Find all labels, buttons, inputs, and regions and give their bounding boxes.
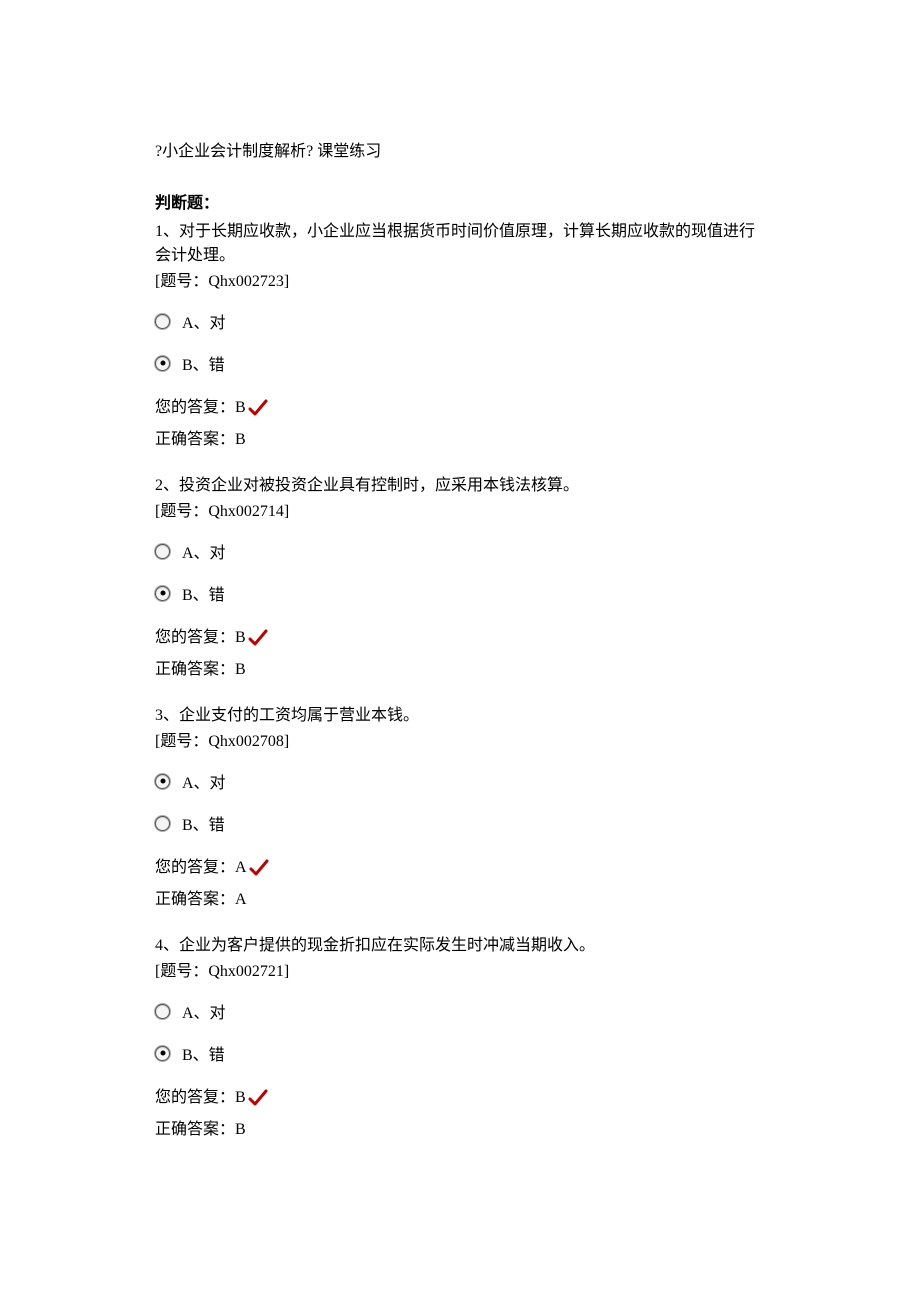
correct-answer-line: 正确答案：B xyxy=(155,658,765,682)
option-label: B、错 xyxy=(182,348,225,378)
radio-input[interactable] xyxy=(155,774,170,789)
question: 3、企业支付的工资均属于营业本钱。[题号：Qhx002708] A、对 B、错您的答… xyxy=(155,704,765,912)
question: 1、对于长期应收款，小企业应当根据货币时间价值原理，计算长期应收款的现值进行会计… xyxy=(155,220,765,452)
radio-input[interactable] xyxy=(155,816,170,831)
option-row: A、对 xyxy=(155,996,765,1026)
your-answer-line: 您的答复：A xyxy=(155,856,765,880)
radio-input[interactable] xyxy=(155,1046,170,1061)
question-id: [题号：Qhx002714] xyxy=(155,500,765,524)
option-label: B、错 xyxy=(182,808,225,838)
option-label: A、对 xyxy=(182,306,226,336)
radio-input[interactable] xyxy=(155,1004,170,1019)
your-answer-text: 您的答复：A xyxy=(155,856,247,880)
option-row: B、错 xyxy=(155,578,765,608)
option-row: B、错 xyxy=(155,1038,765,1068)
correct-answer-line: 正确答案：B xyxy=(155,1118,765,1142)
section-header: 判断题： xyxy=(155,192,765,216)
radio-input[interactable] xyxy=(155,544,170,559)
correct-answer-line: 正确答案：A xyxy=(155,888,765,912)
page-container: ?小企业会计制度解析? 课堂练习 判断题： 1、对于长期应收款，小企业应当根据货… xyxy=(0,0,920,1302)
option-row: A、对 xyxy=(155,306,765,336)
option-row: A、对 xyxy=(155,536,765,566)
question: 4、企业为客户提供的现金折扣应在实际发生时冲减当期收入。[题号：Qhx00272… xyxy=(155,934,765,1142)
your-answer-text: 您的答复：B xyxy=(155,1086,246,1110)
question-id: [题号：Qhx002708] xyxy=(155,730,765,754)
radio-input[interactable] xyxy=(155,586,170,601)
option-label: A、对 xyxy=(182,766,226,796)
option-label: A、对 xyxy=(182,996,226,1026)
your-answer-text: 您的答复：B xyxy=(155,626,246,650)
option-row: B、错 xyxy=(155,808,765,838)
questions-list: 1、对于长期应收款，小企业应当根据货币时间价值原理，计算长期应收款的现值进行会计… xyxy=(155,220,765,1142)
option-row: A、对 xyxy=(155,766,765,796)
radio-input[interactable] xyxy=(155,314,170,329)
your-answer-line: 您的答复：B xyxy=(155,1086,765,1110)
question-text: 3、企业支付的工资均属于营业本钱。 xyxy=(155,704,765,728)
page-title: ?小企业会计制度解析? 课堂练习 xyxy=(155,140,765,164)
option-label: A、对 xyxy=(182,536,226,566)
question-text: 4、企业为客户提供的现金折扣应在实际发生时冲减当期收入。 xyxy=(155,934,765,958)
your-answer-line: 您的答复：B xyxy=(155,396,765,420)
question-text: 1、对于长期应收款，小企业应当根据货币时间价值原理，计算长期应收款的现值进行会计… xyxy=(155,220,765,268)
check-icon xyxy=(248,1089,268,1107)
question-text: 2、投资企业对被投资企业具有控制时，应采用本钱法核算。 xyxy=(155,474,765,498)
check-icon xyxy=(249,859,269,877)
option-row: B、错 xyxy=(155,348,765,378)
check-icon xyxy=(248,629,268,647)
your-answer-text: 您的答复：B xyxy=(155,396,246,420)
option-label: B、错 xyxy=(182,1038,225,1068)
check-icon xyxy=(248,399,268,417)
option-label: B、错 xyxy=(182,578,225,608)
question: 2、投资企业对被投资企业具有控制时，应采用本钱法核算。[题号：Qhx002714… xyxy=(155,474,765,682)
your-answer-line: 您的答复：B xyxy=(155,626,765,650)
question-id: [题号：Qhx002721] xyxy=(155,960,765,984)
radio-input[interactable] xyxy=(155,356,170,371)
question-id: [题号：Qhx002723] xyxy=(155,270,765,294)
correct-answer-line: 正确答案：B xyxy=(155,428,765,452)
